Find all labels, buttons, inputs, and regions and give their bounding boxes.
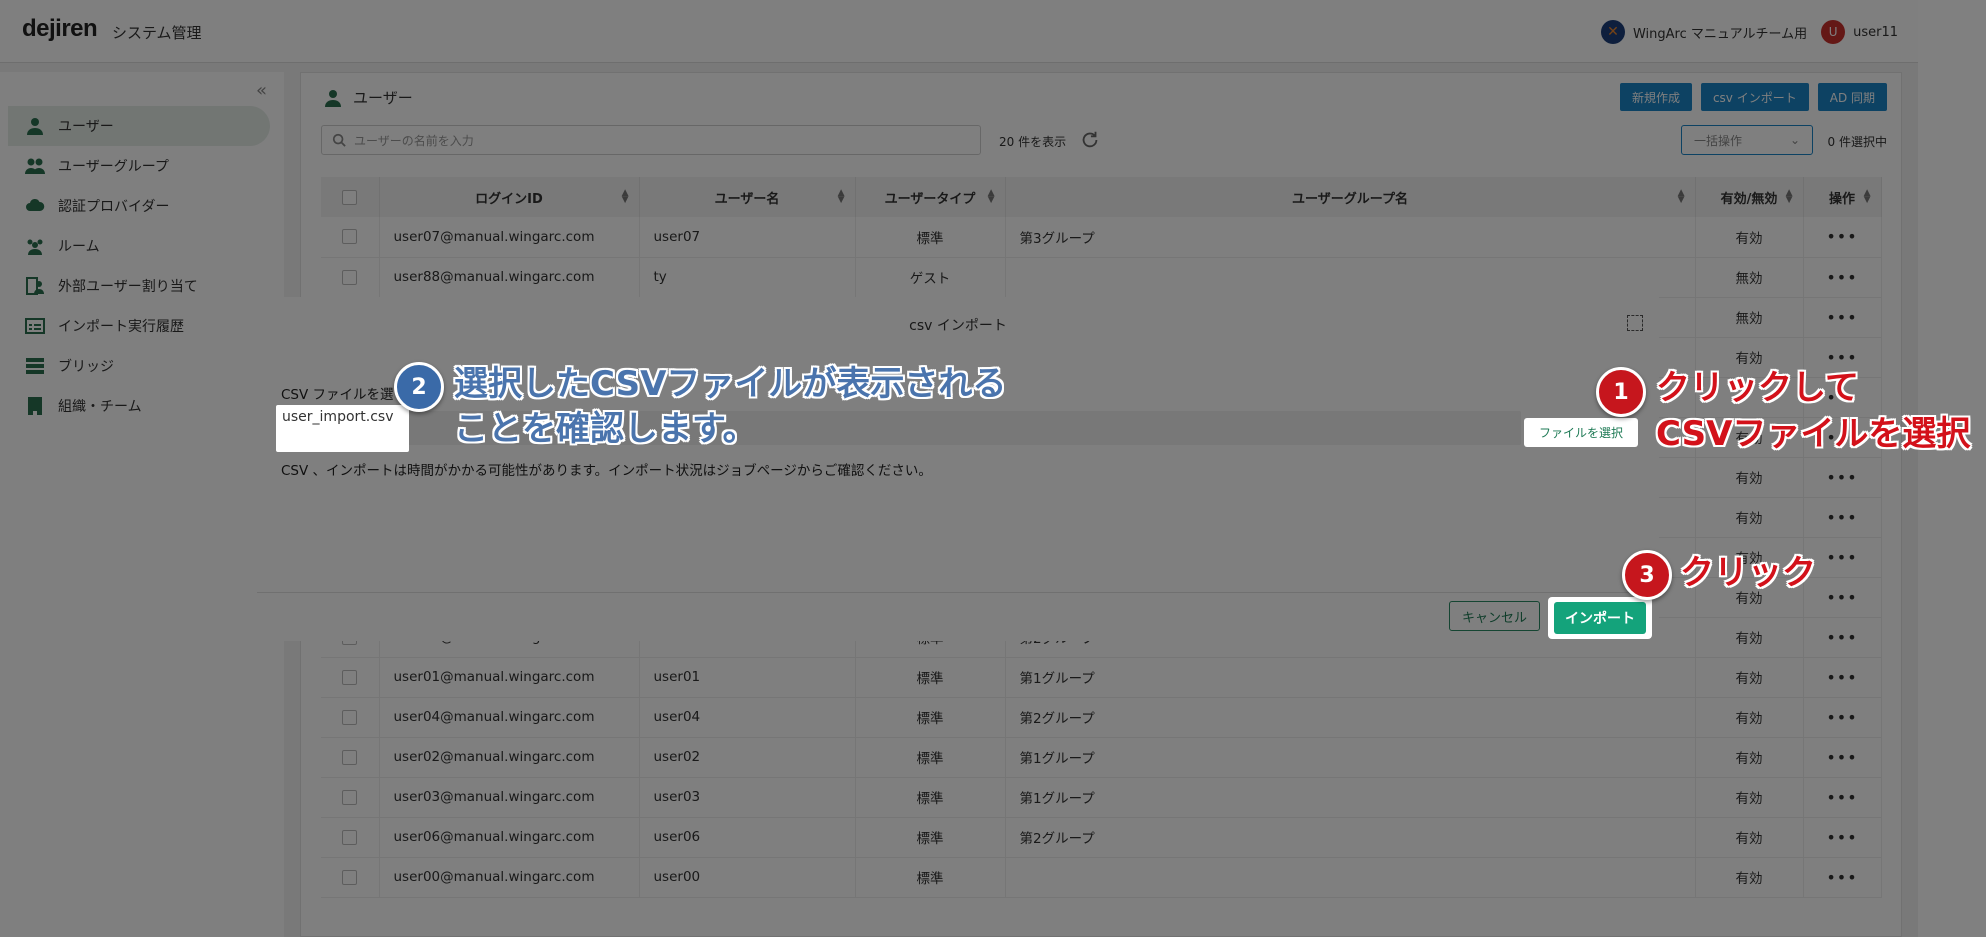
- callout-badge-3: 3: [1622, 550, 1672, 600]
- callout-text-2-line-1: 選択したCSVファイルが表示される: [454, 364, 1007, 404]
- callout-text-1-line-2: CSVファイルを選択: [1656, 414, 1971, 454]
- select-file-label: ファイルを選択: [1538, 426, 1623, 440]
- right-edge-strip: [1918, 0, 1986, 937]
- selected-file-name: user_import.csv: [276, 405, 409, 452]
- callout-text-3: クリック: [1680, 553, 1816, 593]
- select-file-button[interactable]: ファイルを選択: [1524, 418, 1638, 447]
- callout-badge-1: 1: [1596, 367, 1646, 417]
- tutorial-dim-layer: [257, 297, 1659, 641]
- callout-text-2-line-2: ことを確認します。: [454, 409, 757, 449]
- import-button-highlight: インポート: [1548, 597, 1652, 639]
- callout-badge-2: 2: [394, 362, 444, 412]
- import-button[interactable]: インポート: [1554, 602, 1646, 634]
- callout-text-1-line-1: クリックして: [1656, 368, 1859, 408]
